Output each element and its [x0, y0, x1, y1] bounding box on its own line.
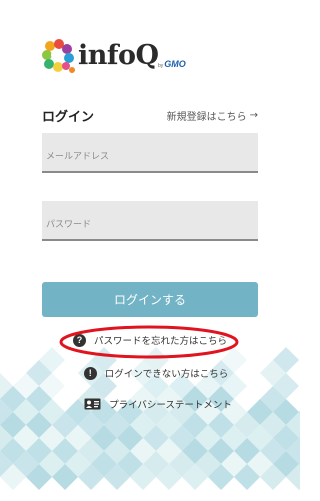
- brand-name: infoQ: [78, 40, 159, 71]
- privacy-statement-label: プライバシーステートメント: [109, 400, 232, 411]
- question-circle-icon: ?: [72, 333, 86, 347]
- password-field[interactable]: [42, 201, 258, 241]
- login-heading: ログイン: [42, 110, 95, 125]
- by-gmo-label: byGMO: [158, 59, 186, 69]
- infoq-logo: infoQ byGMO: [40, 38, 210, 78]
- forgot-password-link[interactable]: ? パスワードを忘れた方はこちら: [0, 333, 300, 347]
- email-field[interactable]: [42, 133, 258, 173]
- cannot-login-label: ログインできない方はこちら: [104, 369, 229, 380]
- infoq-logo-mark-icon: [42, 39, 75, 73]
- exclamation-circle-icon: !: [83, 366, 97, 380]
- privacy-statement-link[interactable]: プライバシーステートメント: [8, 397, 308, 411]
- forgot-password-label: パスワードを忘れた方はこちら: [93, 336, 227, 347]
- login-button[interactable]: ログインする: [42, 282, 258, 317]
- password-input[interactable]: [42, 201, 258, 239]
- register-link-label: 新規登録はこちら: [166, 112, 247, 123]
- register-link[interactable]: 新規登録はこちら →: [167, 108, 258, 123]
- id-card-icon: [84, 398, 101, 410]
- email-input[interactable]: [42, 133, 258, 171]
- arrow-right-icon: →: [249, 110, 258, 121]
- cannot-login-link[interactable]: ! ログインできない方はこちら: [6, 366, 306, 380]
